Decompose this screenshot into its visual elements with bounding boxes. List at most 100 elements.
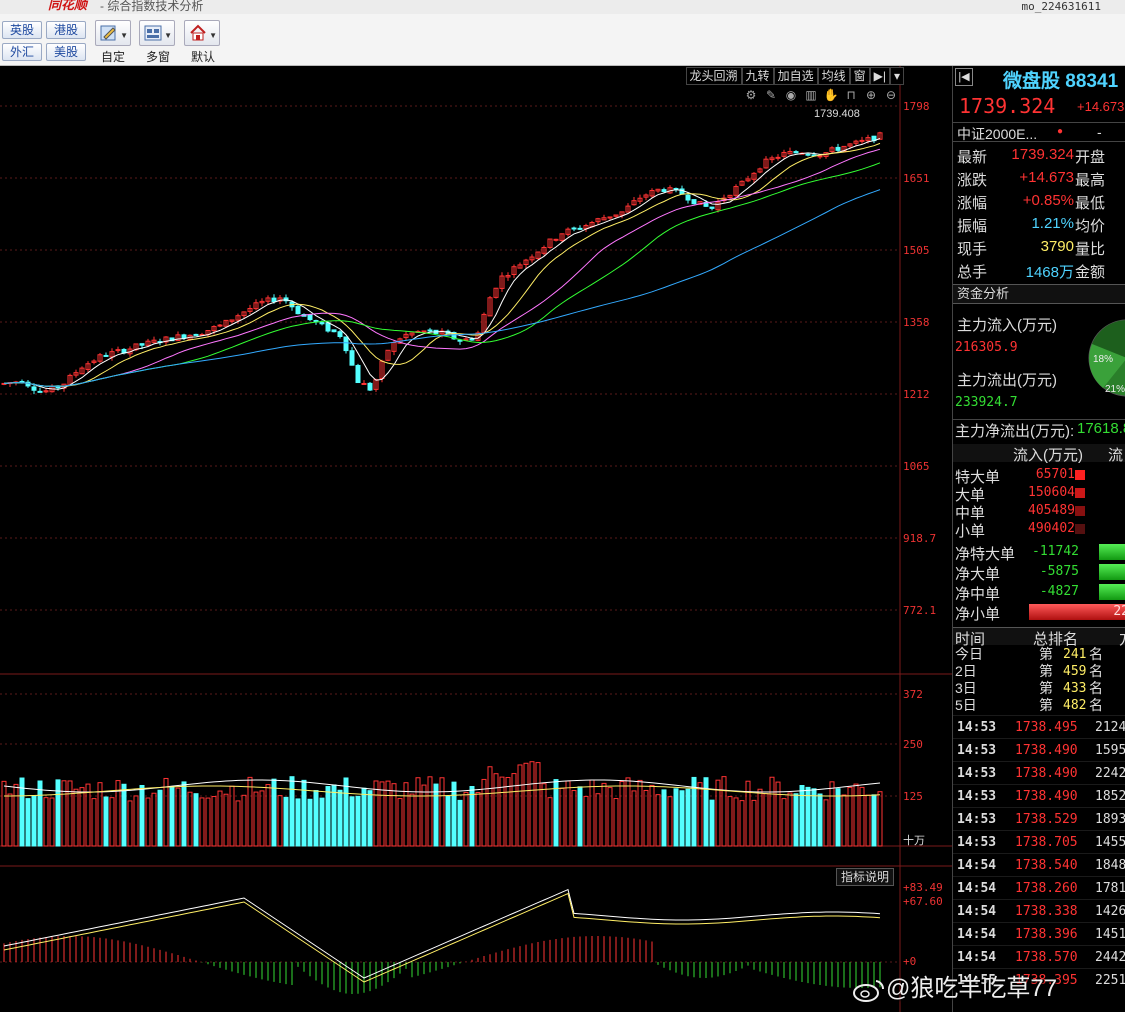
macd-axis-tick: +0 xyxy=(903,955,917,968)
volume-bar xyxy=(265,784,271,847)
rank-number: 482 xyxy=(1063,698,1087,713)
quote-right-label: 开盘 xyxy=(1075,149,1106,166)
lock-icon[interactable]: ⊓ xyxy=(843,88,859,102)
volume-bar xyxy=(589,779,595,847)
default-button[interactable]: ▼ xyxy=(184,20,220,46)
volume-bar xyxy=(7,793,13,847)
tick-price: 1738.540 xyxy=(1015,858,1078,873)
zoom-in-icon[interactable]: ⊕ xyxy=(863,88,879,102)
volume-bar xyxy=(673,788,679,847)
gear-icon[interactable]: ⚙ xyxy=(743,88,759,102)
tick-qty: 1781 xyxy=(1095,881,1125,896)
market-us-button[interactable]: 美股 xyxy=(46,43,86,61)
volume-bar xyxy=(757,788,763,847)
edit-icon xyxy=(100,25,116,41)
chart-area[interactable]: 龙头回溯 九转 加自选 均线 窗 ▶| ▾ ⚙ ✎ ◉ ▥ ✋ ⊓ ⊕ ⊖ 17… xyxy=(0,66,952,1012)
tick-price: 1738.260 xyxy=(1015,881,1078,896)
quote-right-label: 最低 xyxy=(1075,195,1106,212)
volume-bar xyxy=(253,791,259,847)
quote-row: 涨跌 +14.673 最高 xyxy=(953,169,1125,192)
leader-backtrack-button[interactable]: 龙头回溯 xyxy=(685,67,742,85)
tick-row[interactable]: 14:53 1738.490 2242 xyxy=(953,761,1125,784)
quote-value: +14.673 xyxy=(1019,169,1074,186)
volume-bar xyxy=(457,799,463,847)
volume-axis-tick: 372 xyxy=(903,688,923,701)
order-bar xyxy=(1075,506,1085,516)
order-row: 小单 490402 xyxy=(953,520,1125,540)
tick-row[interactable]: 14:54 1738.570 2442 xyxy=(953,945,1125,968)
order-bar xyxy=(1075,470,1085,480)
volume-bar xyxy=(865,794,871,847)
volume-bar xyxy=(649,784,655,847)
tick-row[interactable]: 14:53 1738.495 2124 xyxy=(953,715,1125,738)
multi-window-button[interactable]: ▼ xyxy=(139,20,175,46)
tick-row[interactable]: 14:54 1738.260 1781 xyxy=(953,876,1125,899)
nine-turn-button[interactable]: 九转 xyxy=(741,67,774,85)
indicator-description-button[interactable]: 指标说明 xyxy=(836,868,894,886)
chevron-down-icon: ▼ xyxy=(120,31,128,40)
volume-bar xyxy=(547,797,553,847)
price-axis-tick: 1065 xyxy=(903,460,930,473)
volume-bar xyxy=(805,786,811,847)
eye-icon[interactable]: ◉ xyxy=(783,88,799,102)
volume-bar xyxy=(811,788,817,847)
market-uk-button[interactable]: 英股 xyxy=(2,21,42,39)
market-hk-button[interactable]: 港股 xyxy=(46,21,86,39)
volume-bar xyxy=(853,783,859,847)
window-button[interactable]: 窗 xyxy=(849,67,870,85)
volume-bar xyxy=(403,782,409,847)
hand-icon[interactable]: ✋ xyxy=(823,88,839,102)
dropdown-button[interactable]: ▾ xyxy=(889,67,904,85)
tick-price: 1738.490 xyxy=(1015,766,1078,781)
tick-row[interactable]: 14:54 1738.540 1848 xyxy=(953,853,1125,876)
volume-bar xyxy=(175,787,181,847)
tick-row[interactable]: 14:54 1738.396 1451 xyxy=(953,922,1125,945)
volume-bar xyxy=(781,798,787,847)
tick-time: 14:54 xyxy=(957,858,997,873)
quote-row: 振幅 1.21% 均价 xyxy=(953,215,1125,238)
tick-row[interactable]: 14:54 1738.338 1426 xyxy=(953,899,1125,922)
candle-body xyxy=(421,330,427,333)
order-label: 小单 xyxy=(955,523,986,540)
volume-bar xyxy=(817,793,823,847)
market-fx-button[interactable]: 外汇 xyxy=(2,43,42,61)
net-order-row: 净大单 -5875 xyxy=(953,563,1125,583)
multi-window-label: 多窗 xyxy=(146,50,171,64)
trash-icon[interactable]: ▥ xyxy=(803,88,819,102)
volume-bar xyxy=(361,787,367,847)
tick-qty: 2124 xyxy=(1095,720,1125,735)
moving-average-button[interactable]: 均线 xyxy=(817,67,850,85)
kline-chart[interactable] xyxy=(0,66,952,1012)
tick-row[interactable]: 14:53 1738.705 1455 xyxy=(953,830,1125,853)
pin-icon[interactable]: |◀ xyxy=(955,68,973,86)
candle-body xyxy=(367,382,373,391)
volume-bar xyxy=(289,776,295,847)
price-axis-tick: 1798 xyxy=(903,100,930,113)
volume-bar xyxy=(661,789,667,847)
volume-bar xyxy=(139,784,145,847)
tick-qty: 1426 xyxy=(1095,904,1125,919)
volume-bar xyxy=(523,762,529,847)
tick-row[interactable]: 14:53 1738.490 1852 xyxy=(953,784,1125,807)
volume-bar xyxy=(259,790,265,847)
home-icon xyxy=(190,24,206,41)
sector-row[interactable]: 中证2000E... ● - xyxy=(953,122,1125,142)
zoom-out-icon[interactable]: ⊖ xyxy=(883,88,899,102)
volume-bar xyxy=(217,790,223,847)
tick-qty: 1848 xyxy=(1095,858,1125,873)
quote-row: 最新 1739.324 开盘 xyxy=(953,146,1125,169)
expand-button[interactable]: ▶| xyxy=(869,67,890,85)
fund-analysis-title[interactable]: 资金分析 xyxy=(953,284,1125,304)
pen-icon[interactable]: ✎ xyxy=(763,88,779,102)
user-id[interactable]: mo_224631611 xyxy=(1022,0,1101,13)
app-logo: 同花顺 xyxy=(48,0,88,12)
volume-bar xyxy=(541,783,547,847)
volume-bar xyxy=(109,797,115,847)
custom-button[interactable]: ▼ xyxy=(95,20,131,46)
tick-row[interactable]: 14:53 1738.490 1595 xyxy=(953,738,1125,761)
volume-bar xyxy=(445,795,451,847)
tick-row[interactable]: 14:53 1738.529 1893 xyxy=(953,807,1125,830)
volume-bar xyxy=(247,776,253,847)
add-watchlist-button[interactable]: 加自选 xyxy=(773,67,818,85)
volume-bar xyxy=(739,800,745,847)
